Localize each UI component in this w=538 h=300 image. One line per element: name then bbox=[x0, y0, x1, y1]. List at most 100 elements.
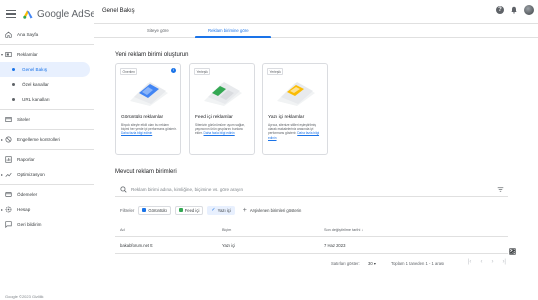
bullet-icon bbox=[12, 83, 15, 86]
info-icon: i bbox=[171, 68, 176, 73]
learn-more-link[interactable]: Daha fazla bilgi edinin bbox=[204, 131, 235, 135]
home-icon bbox=[5, 31, 12, 38]
sidebar-item-label: Genel Bakış bbox=[22, 67, 48, 72]
sidebar-item-label: Hesap bbox=[17, 207, 31, 212]
search-input[interactable]: Reklam birimi adına, kimliğine, biçimine… bbox=[131, 187, 243, 192]
notifications-icon[interactable] bbox=[510, 6, 518, 14]
divider bbox=[0, 109, 94, 110]
page-buttons: |‹ ‹ › ›| bbox=[468, 259, 506, 265]
page-title: Genel Bakış bbox=[102, 8, 135, 14]
sidebar-item-custom-channels[interactable]: Özel kanallar bbox=[0, 77, 94, 92]
sidebar-item-payments[interactable]: Ödemeler bbox=[0, 187, 94, 202]
sidebar-item-feedback[interactable]: Geri bildirim bbox=[0, 217, 94, 232]
sidebar-item-optimization[interactable]: ▸ Optimizasyon bbox=[0, 167, 94, 182]
block-icon bbox=[5, 136, 12, 143]
table-row[interactable]: bakabforum.net tt Yazı içi 7 Haz 2023 bbox=[115, 237, 516, 255]
in-feed-ads-card[interactable]: Yerleşik Feed içi reklamlar Sitenizin gö… bbox=[189, 63, 255, 155]
in-feed-format-icon bbox=[178, 208, 183, 212]
main-content: Yeni reklam birimi oluşturun Önerilen i … bbox=[94, 38, 538, 300]
rows-per-page-select[interactable]: 30 ▾ bbox=[368, 261, 376, 266]
tab-by-site[interactable]: Siteye göre bbox=[147, 28, 169, 33]
topbar-actions: ? bbox=[496, 5, 534, 15]
chevron-right-icon: ▸ bbox=[1, 207, 4, 212]
filter-row: Filtreler Görüntülü Feed içi ✓ Yazı içi … bbox=[120, 205, 301, 215]
sidebar-item-url-channels[interactable]: URL kanalları bbox=[0, 92, 94, 107]
column-header-modified[interactable]: Son değiştirilme tarihi ↓ bbox=[324, 228, 363, 232]
divider bbox=[0, 184, 94, 185]
bullet-icon bbox=[12, 68, 15, 71]
create-section-title: Yeni reklam birimi oluşturun bbox=[115, 52, 189, 58]
existing-section-title: Mevcut reklam birimleri bbox=[115, 169, 177, 175]
bullet-icon bbox=[12, 98, 15, 101]
pagination: Satırları göster: 30 ▾ Toplam 1 taneden … bbox=[115, 257, 508, 269]
ads-icon bbox=[5, 51, 12, 58]
sidebar-nav: Ana Sayfa ▾ Reklamlar Genel Bakış Özel k… bbox=[0, 27, 94, 232]
ad-unit-type: Yazı içi bbox=[222, 243, 236, 248]
chevron-right-icon: ▸ bbox=[1, 137, 4, 142]
more-options-icon[interactable] bbox=[508, 247, 516, 255]
sidebar-item-home[interactable]: Ana Sayfa bbox=[0, 27, 94, 42]
card-title: Feed içi reklamlar bbox=[195, 115, 233, 120]
show-archived-button[interactable]: + Arşivlenen birimleri gösterin bbox=[243, 207, 302, 214]
sidebar-item-label: Özel kanallar bbox=[22, 82, 49, 87]
sites-icon bbox=[5, 116, 12, 123]
prev-page-icon[interactable]: ‹ bbox=[480, 259, 482, 265]
divider bbox=[0, 149, 94, 150]
sidebar-item-sites[interactable]: Siteler bbox=[0, 112, 94, 127]
column-header-name[interactable]: Ad bbox=[120, 228, 125, 232]
sidebar-item-ads[interactable]: ▾ Reklamlar bbox=[0, 47, 94, 62]
sidebar-item-label: Raporlar bbox=[17, 157, 35, 162]
divider bbox=[0, 129, 94, 130]
topbar: Genel Bakış ? bbox=[94, 0, 538, 24]
card-description: Ayrıca, sitenize stilleri eşleştirilmiş … bbox=[268, 123, 320, 140]
sidebar-item-reports[interactable]: Raporlar bbox=[0, 152, 94, 167]
next-page-icon[interactable]: › bbox=[491, 259, 493, 265]
divider bbox=[0, 44, 94, 45]
check-icon: ✓ bbox=[211, 207, 216, 213]
sidebar-item-blocking-controls[interactable]: ▸ Engelleme kontrolleri bbox=[0, 132, 94, 147]
learn-more-link[interactable]: Daha fazla bilgi edinin bbox=[121, 131, 152, 135]
card-description: Sitenizin görünümüne uyum sağlar, yayınc… bbox=[195, 123, 245, 136]
card-title: Yazı içi reklamlar bbox=[268, 115, 305, 120]
sidebar-item-label: Siteler bbox=[17, 117, 31, 122]
filter-icon[interactable] bbox=[497, 186, 504, 193]
in-article-ads-illustration bbox=[277, 82, 315, 106]
chevron-right-icon: ▸ bbox=[1, 172, 4, 177]
tab-by-ad-unit[interactable]: Reklam birimine göre bbox=[208, 28, 249, 33]
filter-chip-display[interactable]: Görüntülü bbox=[138, 205, 171, 215]
sidebar-item-label: Reklamlar bbox=[17, 52, 38, 57]
first-page-icon[interactable]: |‹ bbox=[468, 259, 472, 265]
sidebar-footer: Google ©2023 Gizlilik bbox=[5, 294, 44, 299]
plus-icon: + bbox=[242, 206, 247, 214]
sidebar-item-label: URL kanalları bbox=[22, 97, 50, 102]
sidebar-item-label: Geri bildirim bbox=[17, 222, 42, 227]
sidebar-item-account[interactable]: ▸ Hesap bbox=[0, 202, 94, 217]
sidebar: Google AdSense Ana Sayfa ▾ Reklamlar Gen… bbox=[0, 0, 112, 300]
trending-up-icon bbox=[5, 171, 12, 178]
sort-down-icon: ↓ bbox=[361, 228, 364, 232]
card-description: Birçok siteyle etkili olan bu reklam biç… bbox=[121, 123, 177, 136]
filter-chip-in-feed[interactable]: Feed içi bbox=[174, 205, 204, 215]
last-page-icon[interactable]: ›| bbox=[502, 259, 506, 265]
menu-icon[interactable] bbox=[6, 10, 16, 18]
search-icon bbox=[120, 186, 127, 193]
help-icon[interactable]: ? bbox=[496, 6, 504, 14]
rows-per-page-label: Satırları göster: bbox=[331, 261, 360, 266]
filter-chip-in-article[interactable]: ✓ Yazı içi bbox=[207, 205, 235, 215]
search-bar[interactable]: Reklam birimi adına, kimliğine, biçimine… bbox=[115, 182, 508, 197]
view-tabs: Siteye göre Reklam birimine göre bbox=[94, 24, 538, 38]
sidebar-item-label: Ana Sayfa bbox=[17, 32, 39, 37]
sidebar-item-overview[interactable]: Genel Bakış bbox=[0, 62, 90, 77]
column-header-type[interactable]: Biçim bbox=[222, 228, 231, 232]
display-format-icon bbox=[142, 208, 147, 212]
avatar[interactable] bbox=[524, 5, 534, 15]
filters-label: Filtreler bbox=[120, 207, 135, 213]
ad-unit-name[interactable]: bakabforum.net tt bbox=[120, 243, 153, 248]
recommended-badge: Önerilen bbox=[120, 68, 138, 75]
display-ads-card[interactable]: Önerilen i Görüntülü reklamlar Birçok si… bbox=[115, 63, 181, 155]
feedback-icon bbox=[5, 221, 12, 228]
chevron-down-icon: ▾ bbox=[1, 52, 4, 57]
in-article-ads-card[interactable]: Yerleşik Yazı içi reklamlar Ayrıca, site… bbox=[262, 63, 328, 155]
gear-icon bbox=[5, 206, 12, 213]
display-ads-illustration bbox=[130, 82, 168, 106]
